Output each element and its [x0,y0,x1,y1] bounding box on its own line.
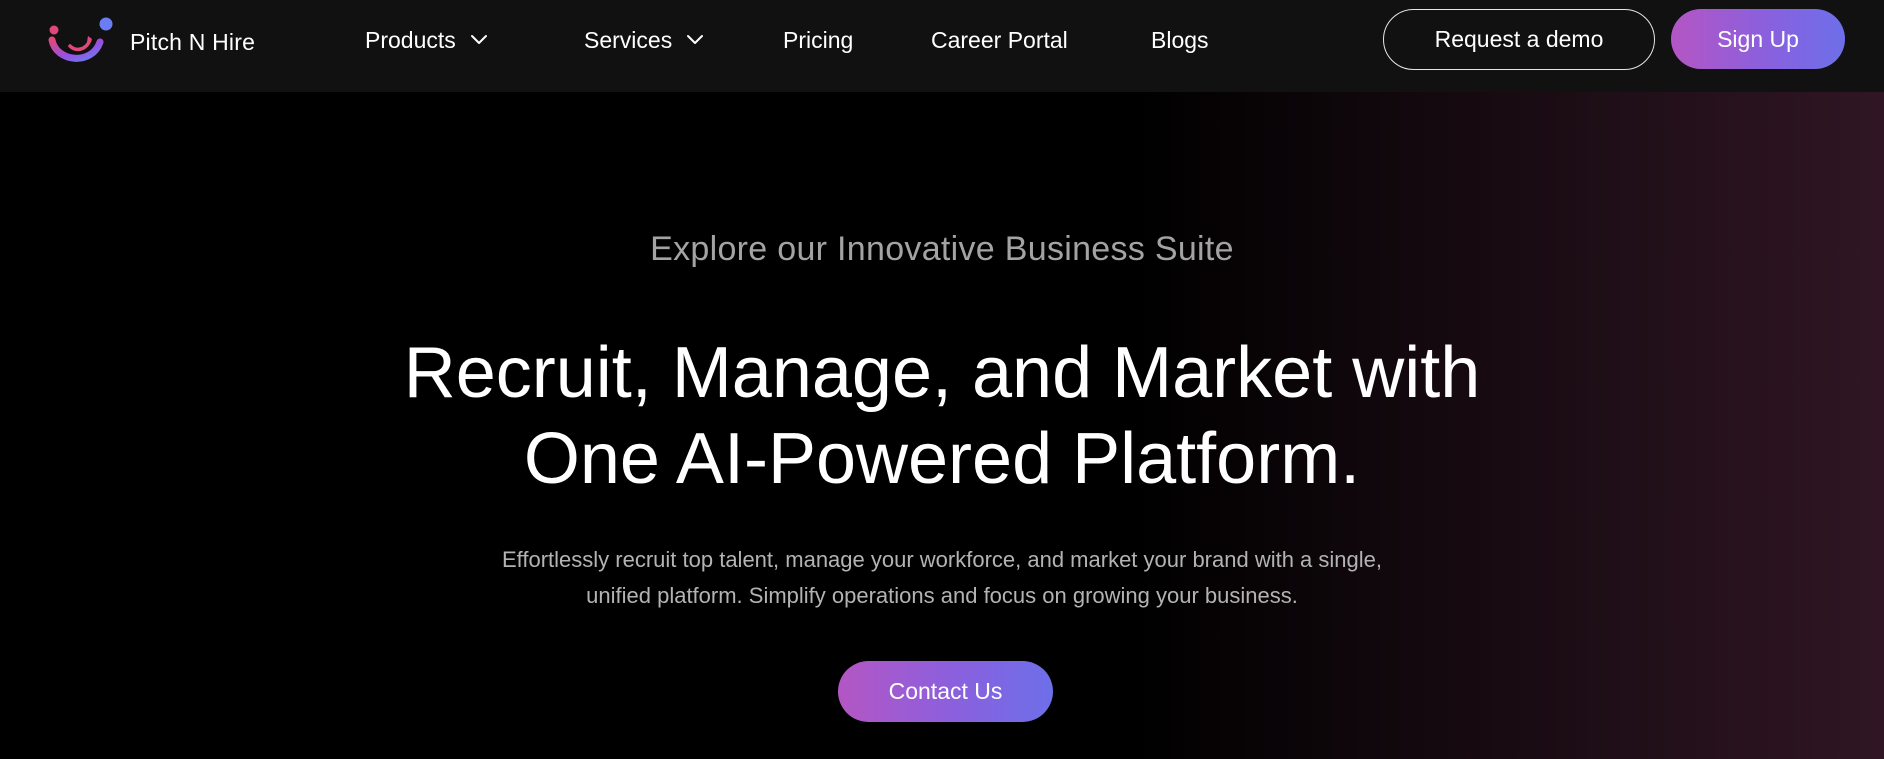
page: Pitch N Hire Products Services Pricing C… [0,0,1884,759]
request-demo-button[interactable]: Request a demo [1383,9,1655,70]
hero-description-line: Effortlessly recruit top talent, manage … [501,547,1382,572]
hero-description-line: unified platform. Simplify operations an… [586,583,1298,608]
hero-headline-line: One AI-Powered Platform. [523,419,1361,499]
sign-up-button[interactable]: Sign Up [1671,9,1845,69]
nav-item-label: Career Portal [931,26,1068,53]
chevron-down-icon [470,35,487,44]
nav-item-services[interactable]: Services [584,20,704,60]
hero-headline-line: Recruit, Manage, and Market with [403,333,1481,413]
brand-link[interactable]: Pitch N Hire [48,16,255,68]
hero-headline: Recruit, Manage, and Market with One AI-… [0,330,1884,502]
nav-item-label: Pricing [783,26,854,53]
contact-us-button[interactable]: Contact Us [838,661,1053,722]
nav-item-blogs[interactable]: Blogs [1151,20,1209,60]
nav-item-products[interactable]: Products [365,20,488,60]
nav-item-label: Blogs [1151,26,1209,53]
pitchnhire-logo-icon [48,17,113,62]
nav-item-career-portal[interactable]: Career Portal [931,20,1068,60]
brand-name: Pitch N Hire [130,28,256,55]
top-navbar: Pitch N Hire Products Services Pricing C… [0,0,1884,92]
hero-section: Explore our Innovative Business Suite Re… [0,92,1884,759]
nav-item-pricing[interactable]: Pricing [783,20,853,60]
chevron-down-icon [687,35,704,44]
nav-item-label: Services [584,26,673,53]
nav-item-label: Products [365,26,456,53]
hero-description: Effortlessly recruit top talent, manage … [0,542,1884,614]
hero-eyebrow: Explore our Innovative Business Suite [650,230,1234,268]
